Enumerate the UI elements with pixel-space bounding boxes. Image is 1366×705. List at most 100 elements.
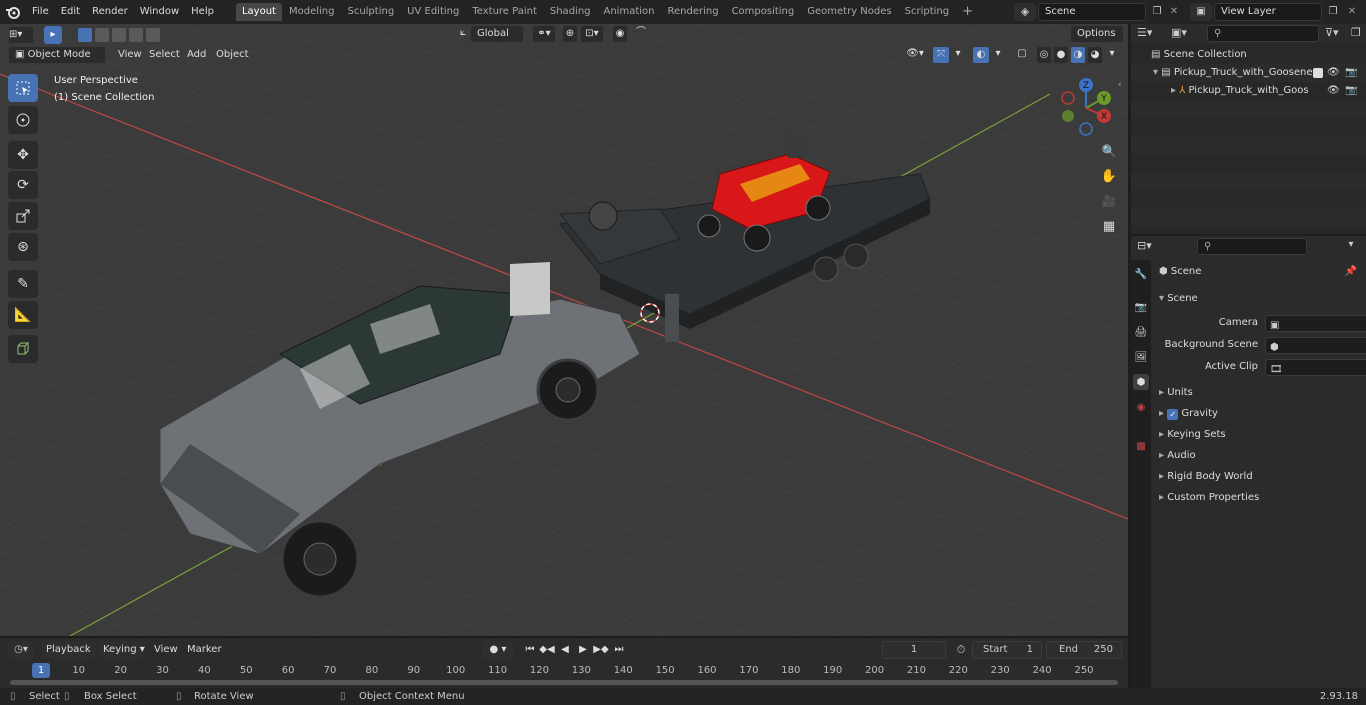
tab-texture-paint[interactable]: Texture Paint xyxy=(466,3,543,21)
audio-panel-header[interactable]: ▸ Audio xyxy=(1153,446,1365,466)
select-mode-extend-icon[interactable] xyxy=(95,28,109,42)
visibility-icon[interactable]: 👁▾ xyxy=(902,46,928,64)
jump-keyframe-back-icon[interactable]: ◆◀ xyxy=(539,641,555,659)
proportional-edit-icon[interactable]: ◉ xyxy=(612,25,628,43)
falloff-icon[interactable]: ⌒ xyxy=(630,25,652,43)
active-clip-field[interactable]: 🎞 xyxy=(1265,359,1366,376)
new-scene-icon[interactable]: ❐ xyxy=(1148,3,1166,21)
view-layer-tab-icon[interactable]: 🖼 xyxy=(1133,349,1149,365)
shading-solid-icon[interactable]: ● xyxy=(1053,46,1069,64)
shading-dropdown-icon[interactable]: ▾ xyxy=(1106,46,1118,64)
select-box-tool-icon[interactable] xyxy=(8,74,38,102)
snap-icon[interactable]: ⊕ xyxy=(562,25,578,43)
timeline-editor-type-icon[interactable]: ◷▾ xyxy=(8,641,34,659)
select-mode-invert-icon[interactable] xyxy=(129,28,143,42)
properties-editor-type-icon[interactable]: ⊟▾ xyxy=(1137,239,1161,252)
menu-add[interactable]: Add xyxy=(187,46,206,64)
3d-viewport[interactable]: ⊞▾ ▸ ⟀ Global ⚭▾ ⊕ ⊡▾ ◉ ⌒ Options ▣ Obje… xyxy=(0,24,1128,636)
expand-arrow-icon[interactable]: ▾ xyxy=(1153,67,1161,78)
tab-uv-editing[interactable]: UV Editing xyxy=(401,3,465,21)
cursor-tool-icon[interactable] xyxy=(8,106,38,134)
transform-tool-icon[interactable]: ⊛ xyxy=(8,233,38,261)
camera-icon[interactable]: 📷 xyxy=(1345,64,1357,82)
start-frame-field[interactable]: Start 1 xyxy=(972,641,1042,659)
keying-sets-panel-header[interactable]: ▸ Keying Sets xyxy=(1153,425,1365,445)
navigation-gizmo[interactable]: Z Y X xyxy=(1056,78,1116,138)
play-icon[interactable]: ▶ xyxy=(575,641,591,659)
shading-rendered-icon[interactable]: ◕ xyxy=(1087,46,1103,64)
menu-file[interactable]: File xyxy=(26,2,55,22)
play-reverse-icon[interactable]: ◀ xyxy=(557,641,573,659)
tab-shading[interactable]: Shading xyxy=(544,3,597,21)
blender-logo-icon[interactable] xyxy=(0,2,26,22)
transform-orientation-icon[interactable]: ⟀ xyxy=(456,25,470,43)
options-button[interactable]: Options xyxy=(1070,25,1124,43)
zoom-icon[interactable]: 🔍 xyxy=(1098,140,1120,162)
select-mode-new-icon[interactable] xyxy=(78,28,92,42)
tool-tab-icon[interactable]: 🔧 xyxy=(1133,266,1149,282)
shading-material-icon[interactable]: ◑ xyxy=(1070,46,1086,64)
render-tab-icon[interactable]: 📷 xyxy=(1133,299,1149,315)
current-frame-field[interactable]: 1 xyxy=(882,641,946,659)
playback-menu[interactable]: Playback ▾ xyxy=(42,641,96,673)
record-icon[interactable]: ● ▾ xyxy=(482,641,514,659)
background-scene-field[interactable]: ⬢ xyxy=(1265,337,1366,354)
close-view-layer-icon[interactable]: ✕ xyxy=(1344,3,1360,21)
view-layer-field[interactable]: View Layer xyxy=(1214,3,1322,21)
properties-search-input[interactable]: ⚲ xyxy=(1197,238,1307,255)
playhead-marker[interactable]: 1 xyxy=(32,663,50,678)
menu-window[interactable]: Window xyxy=(134,2,185,22)
overlays-dropdown-icon[interactable]: ▾ xyxy=(992,46,1004,64)
select-tool-icon[interactable]: ▸ xyxy=(44,26,62,44)
new-collection-icon[interactable]: ❐ xyxy=(1351,26,1365,42)
texture-tab-icon[interactable]: ▩ xyxy=(1133,438,1149,454)
menu-render[interactable]: Render xyxy=(86,2,134,22)
pan-hand-icon[interactable]: ✋ xyxy=(1098,165,1120,187)
outliner-row-scene-collection[interactable]: ▤ Scene Collection xyxy=(1131,46,1366,64)
menu-view[interactable]: View xyxy=(118,46,142,64)
jump-end-icon[interactable]: ⏭ xyxy=(611,641,627,659)
select-mode-subtract-icon[interactable] xyxy=(112,28,126,42)
pin-icon[interactable]: 📌 xyxy=(1345,262,1357,282)
pivot-point-icon[interactable]: ⚭▾ xyxy=(532,25,556,43)
tab-rendering[interactable]: Rendering xyxy=(661,3,724,21)
scene-name-field[interactable]: Scene xyxy=(1038,3,1146,21)
timeline-view-menu[interactable]: View xyxy=(154,641,178,659)
outliner-row-collection[interactable]: ▾ ▤ Pickup_Truck_with_Goosenec 👁 📷 xyxy=(1131,64,1366,82)
gizmo-toggle-icon[interactable]: ⤧ xyxy=(932,46,950,64)
tab-sculpting[interactable]: Sculpting xyxy=(341,3,400,21)
scale-tool-icon[interactable] xyxy=(8,202,38,230)
jump-start-icon[interactable]: ⏮ xyxy=(522,641,538,659)
menu-help[interactable]: Help xyxy=(185,2,220,22)
marker-menu[interactable]: Marker xyxy=(187,641,222,659)
output-tab-icon[interactable]: 🖨 xyxy=(1133,324,1149,340)
eye-icon[interactable]: 👁 xyxy=(1327,64,1340,82)
object-mode-select[interactable]: ▣ Object Mode xyxy=(8,46,106,64)
custom-properties-panel-header[interactable]: ▸ Custom Properties xyxy=(1153,488,1365,508)
menu-select[interactable]: Select xyxy=(149,46,180,64)
view-layer-icon[interactable]: ▣ xyxy=(1190,3,1212,21)
add-workspace-button[interactable]: + xyxy=(956,3,979,21)
move-tool-icon[interactable]: ✥ xyxy=(8,141,38,169)
scene-panel-header[interactable]: ▾ Scene xyxy=(1153,289,1365,309)
jump-keyframe-forward-icon[interactable]: ▶◆ xyxy=(593,641,609,659)
filter-icon[interactable]: ⊽▾ xyxy=(1325,26,1347,42)
camera-field[interactable]: ▣ ✒ xyxy=(1265,315,1366,332)
stopwatch-icon[interactable]: ⏱ xyxy=(953,641,969,659)
gravity-panel-header[interactable]: ▸ ✓ Gravity xyxy=(1153,404,1365,424)
annotate-tool-icon[interactable]: ✎ xyxy=(8,270,38,298)
tab-layout[interactable]: Layout xyxy=(235,3,282,21)
scene-selector-icon[interactable]: ◈ xyxy=(1014,3,1036,21)
transform-orientation-select[interactable]: Global xyxy=(470,25,524,43)
end-frame-field[interactable]: End 250 xyxy=(1046,641,1122,659)
new-view-layer-icon[interactable]: ❐ xyxy=(1324,3,1342,21)
keying-menu[interactable]: Keying ▾ xyxy=(99,641,145,659)
close-scene-icon[interactable]: ✕ xyxy=(1166,3,1182,21)
perspective-toggle-icon[interactable]: ▦ xyxy=(1098,215,1120,237)
outliner-search-input[interactable]: ⚲ xyxy=(1207,25,1319,42)
tab-geometry-nodes[interactable]: Geometry Nodes xyxy=(801,3,897,21)
add-cube-tool-icon[interactable] xyxy=(8,335,38,363)
display-mode-icon[interactable]: ▣▾ xyxy=(1171,26,1195,42)
select-mode-intersect-icon[interactable] xyxy=(146,28,160,42)
tab-animation[interactable]: Animation xyxy=(598,3,661,21)
